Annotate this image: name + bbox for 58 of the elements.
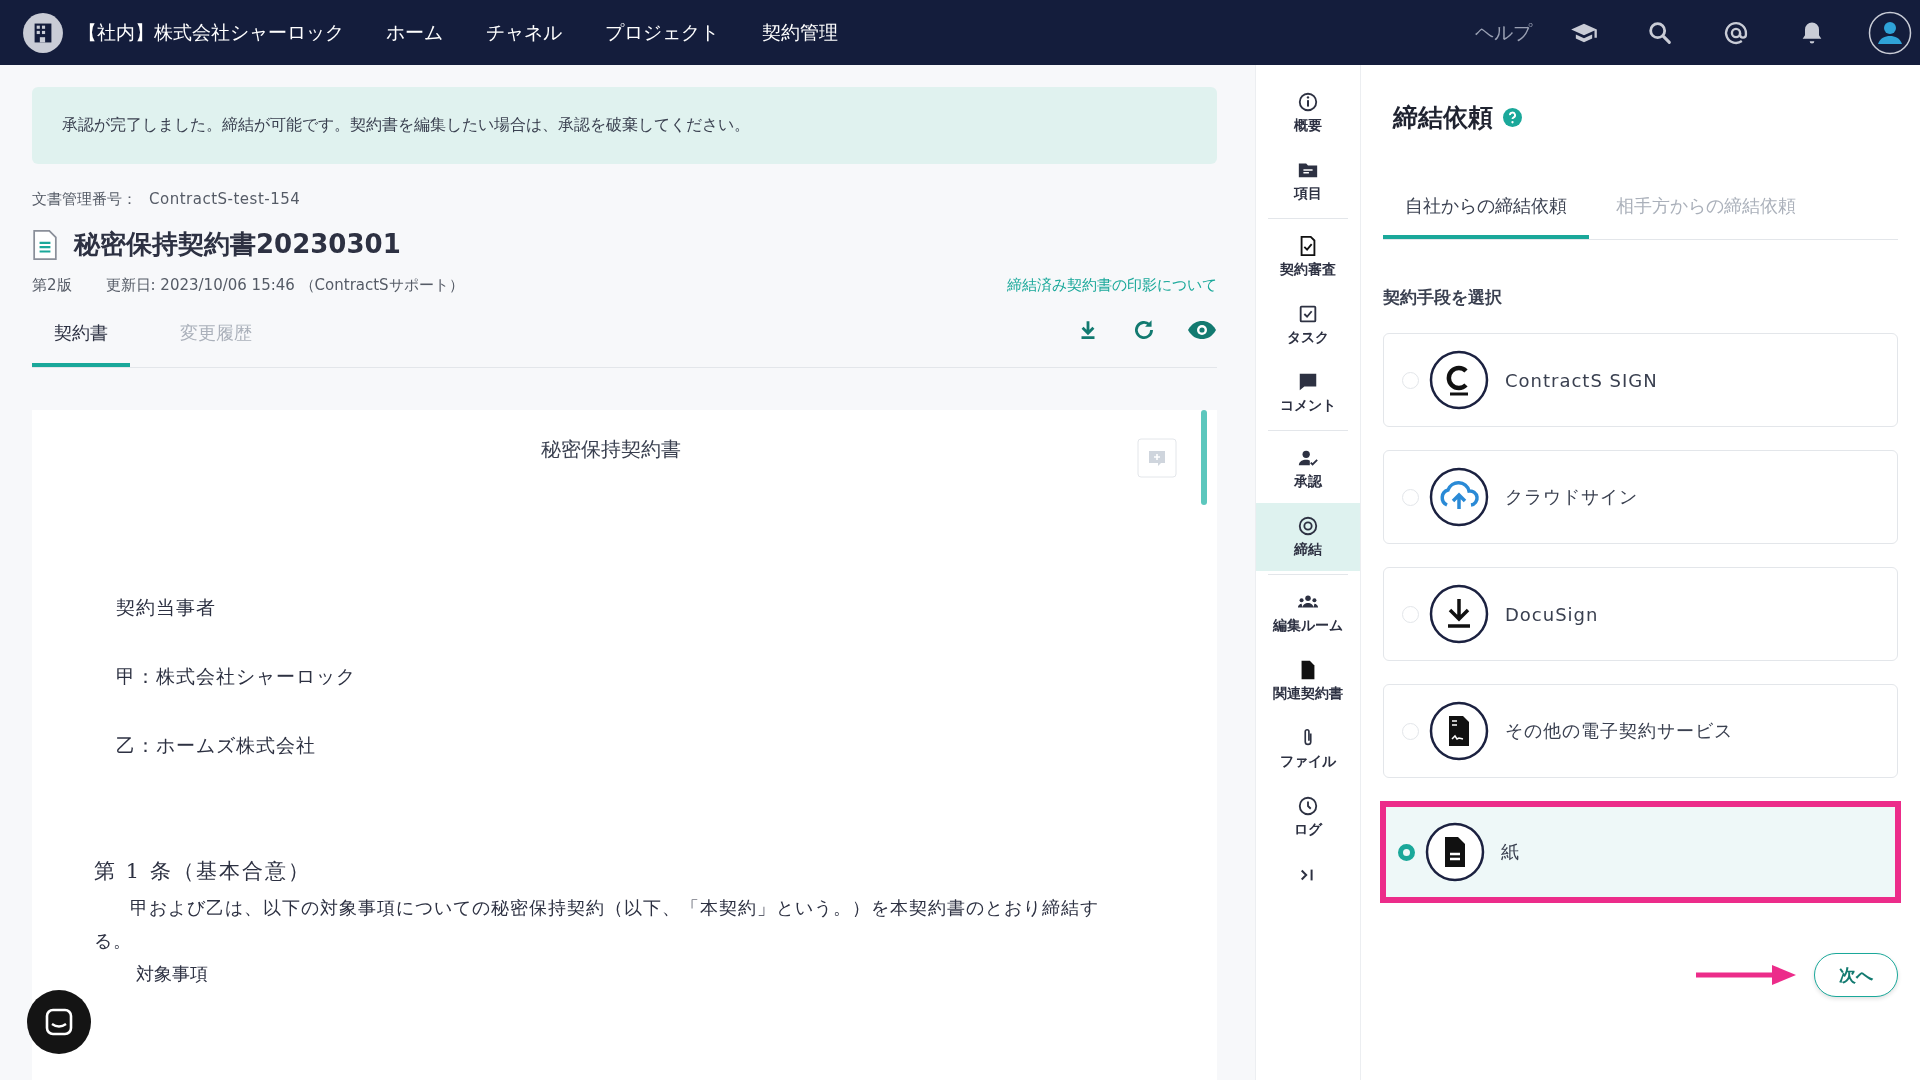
sidebar-item[interactable]: 編集ルーム (1256, 579, 1360, 647)
article-text: 甲および乙は、以下の対象事項についての秘密保持契約（以下、「本契約」という。）を本契約書のとおり締結する。 (94, 896, 1100, 953)
updated-info: 更新日: 2023/10/06 15:46 （ContractSサポート） (105, 276, 464, 295)
version-label: 第2版 (32, 276, 72, 295)
nav-link[interactable]: 契約管理 (762, 19, 838, 46)
speech-bubble-icon (1297, 371, 1319, 393)
tab[interactable]: 契約書 (32, 321, 130, 367)
sidebar-item[interactable]: 承認 (1256, 435, 1360, 503)
document-icon (1425, 822, 1485, 882)
clock-icon (1297, 795, 1319, 817)
nav-link[interactable]: ホーム (386, 19, 443, 46)
article-heading: 第 1 条（基本合意） (94, 858, 312, 885)
sidebar-item[interactable]: コメント (1256, 359, 1360, 427)
alert-message: 承認が完了しました。締結が可能です。契約書を編集したい場合は、承認を破棄してください。 (62, 115, 750, 134)
next-button[interactable]: 次へ (1814, 953, 1898, 997)
checkbox-icon (1297, 303, 1319, 325)
method-option[interactable]: その他の電子契約サービス (1383, 684, 1898, 778)
document-heading: 秘密保持契約書 (539, 436, 682, 463)
tab[interactable]: 自社からの締結依頼 (1383, 194, 1589, 239)
section-label: 契約手段を選択 (1383, 286, 1503, 309)
help-icon[interactable] (1503, 108, 1522, 127)
party-line: 契約当事者 (116, 595, 217, 620)
help-link[interactable]: ヘルプ (1475, 19, 1532, 46)
method-option[interactable]: ContractS SIGN (1383, 333, 1898, 427)
target-icon (1297, 515, 1319, 537)
sidebar-item[interactable]: 概要 (1256, 79, 1360, 147)
nav-link[interactable]: プロジェクト (605, 19, 719, 46)
party-line: 甲：株式会社シャーロック (116, 664, 357, 689)
download-icon (1429, 584, 1489, 644)
sidebar-item[interactable]: 締結 (1256, 503, 1360, 571)
building-icon[interactable] (22, 11, 64, 54)
method-option[interactable]: DocuSign (1383, 567, 1898, 661)
user-avatar[interactable] (1868, 10, 1912, 55)
sidebar-item[interactable]: 契約審査 (1256, 223, 1360, 291)
sidebar-item[interactable]: タスク (1256, 291, 1360, 359)
info-icon (1297, 91, 1319, 113)
doc-number: ContractS-test-154 (149, 190, 301, 209)
chat-bubble-icon[interactable] (27, 990, 91, 1054)
sidebar-item[interactable]: ログ (1256, 783, 1360, 851)
sidebar-item[interactable]: 項目 (1256, 147, 1360, 215)
party-line: 乙：ホームズ株式会社 (116, 733, 317, 758)
method-option[interactable]: クラウドサイン (1383, 450, 1898, 544)
document-icon (32, 227, 58, 262)
eye-icon[interactable] (1187, 319, 1217, 341)
sidebar-item[interactable]: ファイル (1256, 715, 1360, 783)
method-option[interactable]: 紙 (1380, 801, 1901, 903)
radio-button[interactable] (1398, 843, 1415, 861)
article-item: 対象事項 (136, 962, 209, 986)
sidebar-item[interactable]: 関連契約書 (1256, 647, 1360, 715)
nav-link[interactable]: チャネル (486, 19, 562, 46)
scrollbar-thumb[interactable] (1201, 410, 1207, 505)
doc-number-label: 文書管理番号： (32, 190, 137, 209)
signed-document-icon (1429, 701, 1489, 761)
cloud-icon (1429, 467, 1489, 527)
letter-c-logo-icon (1429, 350, 1489, 410)
panel-title: 締結依頼 (1393, 102, 1493, 134)
organization-name[interactable]: 【社内】株式会社シャーロック (78, 19, 344, 46)
document-title: 秘密保持契約書20230301 (74, 228, 401, 261)
